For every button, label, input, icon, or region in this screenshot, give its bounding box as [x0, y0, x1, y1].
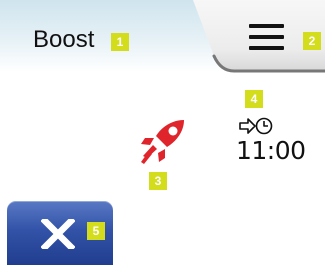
callout-badge-4: 4: [245, 90, 263, 108]
rocket-icon: [140, 118, 186, 166]
callout-badge-5: 5: [87, 222, 105, 240]
menu-button[interactable]: [0, 0, 325, 80]
close-x-icon: [41, 219, 75, 249]
callout-badge-3: 3: [149, 172, 167, 190]
boost-end-time: 11:00: [236, 136, 306, 165]
callout-badge-2: 2: [303, 32, 321, 50]
